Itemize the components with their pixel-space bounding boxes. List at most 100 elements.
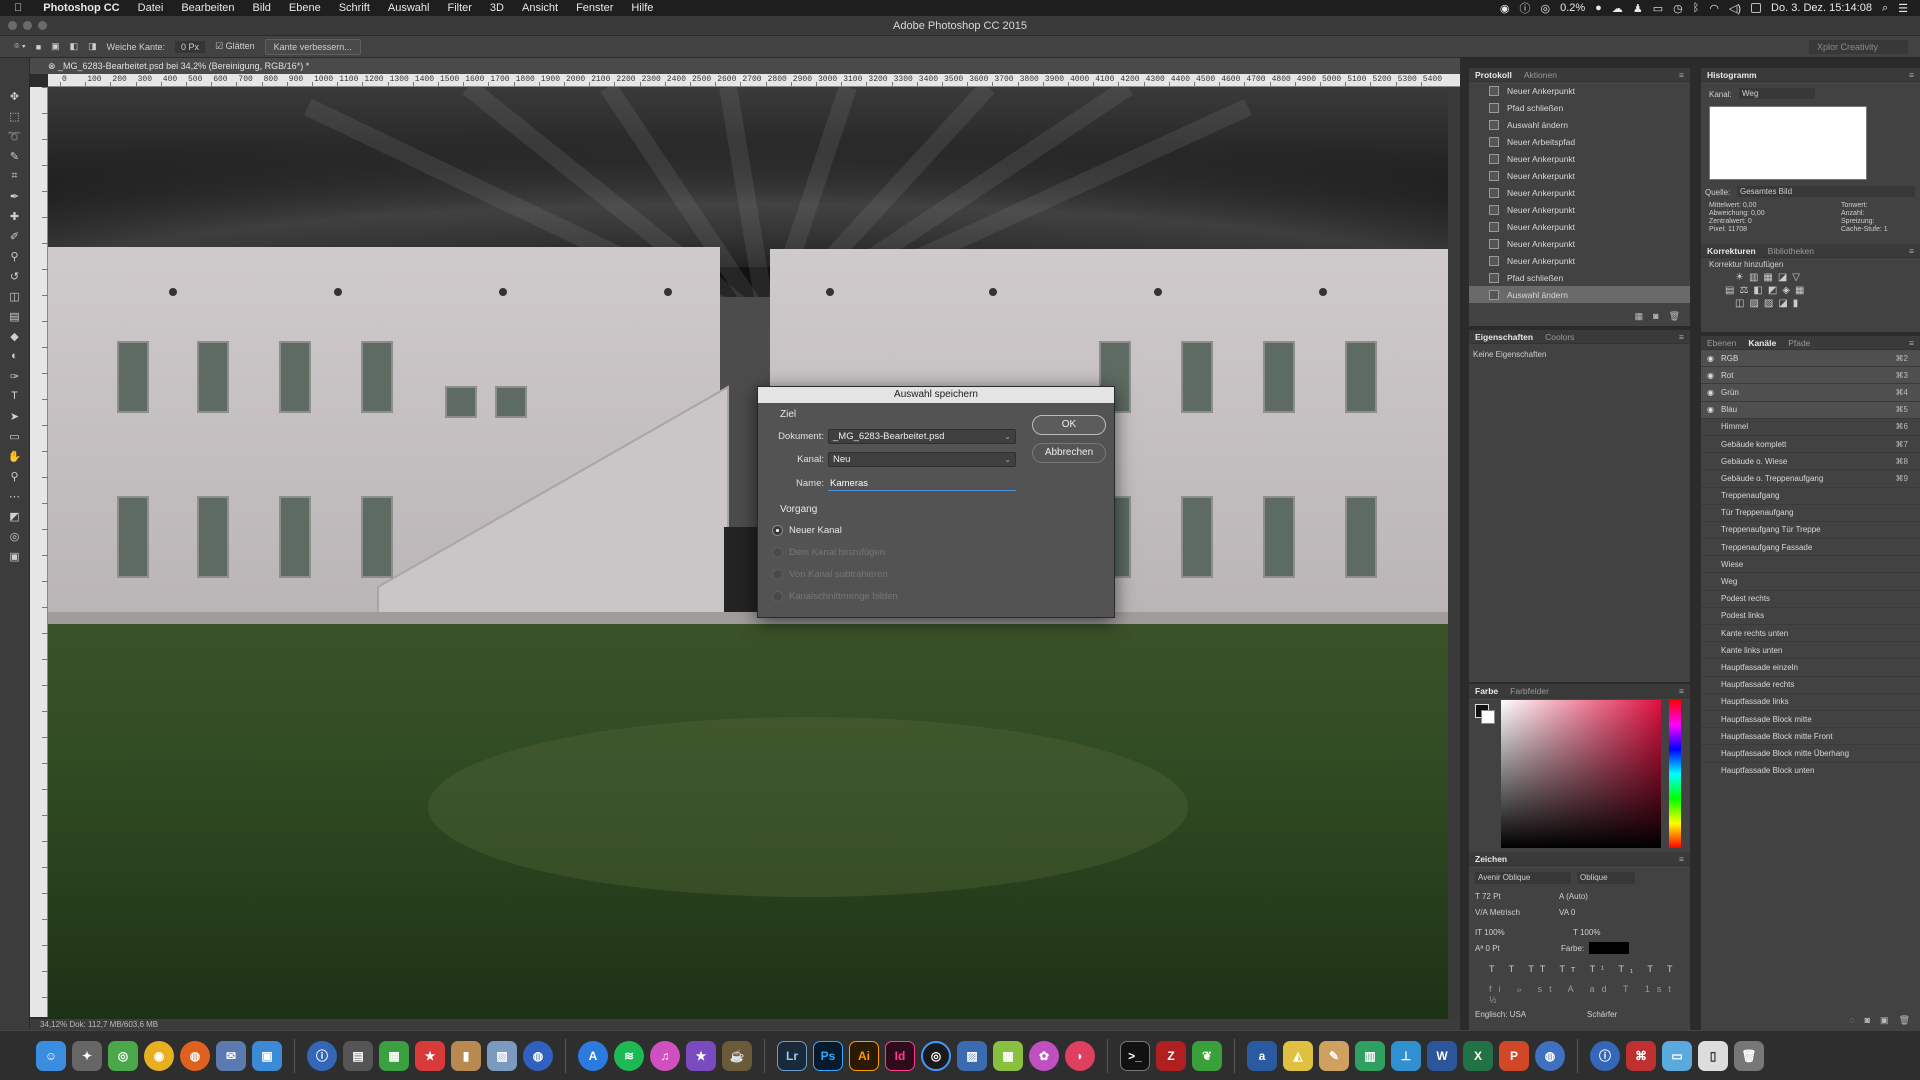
document-tab[interactable]: ⊗ _MG_6283-Bearbeitet.psd bei 34,2% (Ber…: [30, 58, 1460, 74]
brush-tool-icon[interactable]: ✐: [7, 228, 23, 244]
screen-mode-icon[interactable]: ▣: [7, 548, 23, 564]
tab-farbe[interactable]: Farbe: [1475, 686, 1498, 696]
menu-datei[interactable]: Datei: [129, 2, 173, 14]
tab-pfade[interactable]: Pfade: [1788, 338, 1810, 348]
channel-row[interactable]: Weg: [1701, 573, 1920, 591]
font-size-field[interactable]: T 72 Pt: [1475, 892, 1501, 901]
visibility-eye-icon[interactable]: ◉: [1707, 371, 1721, 380]
channel-row[interactable]: Podest rechts: [1701, 591, 1920, 608]
channel-row[interactable]: ◉ Rot ⌘3: [1701, 367, 1920, 385]
history-state[interactable]: Neuer Ankerpunkt: [1469, 235, 1690, 252]
histogram-channel-select[interactable]: Weg: [1739, 88, 1815, 99]
baseline-field[interactable]: Aª 0 Pt: [1475, 944, 1500, 953]
visibility-eye-icon[interactable]: ◉: [1707, 405, 1721, 414]
menu-3d[interactable]: 3D: [481, 2, 513, 14]
channel-row[interactable]: Himmel ⌘6: [1701, 419, 1920, 436]
chat-app-icon[interactable]: ◗: [1065, 1040, 1095, 1071]
zoom-tool-icon[interactable]: ⚲: [7, 468, 23, 484]
new-channel-icon[interactable]: ▣: [1880, 1015, 1889, 1026]
document-stack-icon[interactable]: ▯: [1698, 1040, 1728, 1071]
antialias-select[interactable]: Schärfer: [1587, 1010, 1617, 1019]
launchpad-icon[interactable]: ✦: [72, 1040, 102, 1071]
maps-app-icon[interactable]: ◭: [1283, 1040, 1313, 1071]
panel-menu-icon[interactable]: ≡: [1679, 332, 1684, 342]
cloud-icon[interactable]: ☁: [1612, 2, 1623, 15]
acrobat-icon[interactable]: ⌘: [1626, 1040, 1656, 1071]
new-selection-icon[interactable]: ■: [36, 42, 41, 52]
menu-app-name[interactable]: Photoshop CC: [34, 2, 128, 14]
notebook-app-icon[interactable]: ▮: [451, 1040, 481, 1071]
panel-menu-icon[interactable]: ≡: [1909, 246, 1914, 256]
keynote-app-icon[interactable]: ⊥: [1391, 1040, 1421, 1071]
tab-aktionen[interactable]: Aktionen: [1524, 70, 1557, 80]
menu-bild[interactable]: Bild: [244, 2, 280, 14]
channel-row[interactable]: ◉ RGB ⌘2: [1701, 350, 1920, 368]
notes-app-icon[interactable]: ▤: [343, 1040, 373, 1071]
channel-row[interactable]: Treppenaufgang: [1701, 488, 1920, 505]
more-tools-icon[interactable]: ⋯: [7, 488, 23, 504]
name-input[interactable]: Kameras: [828, 476, 1016, 491]
eyedropper-tool-icon[interactable]: ✒: [7, 188, 23, 204]
display-icon[interactable]: ▭: [1653, 2, 1663, 15]
channel-row[interactable]: Treppenaufgang Tür Treppe: [1701, 522, 1920, 540]
ok-button[interactable]: OK: [1032, 415, 1106, 435]
menu-bearbeiten[interactable]: Bearbeiten: [172, 2, 243, 14]
history-state[interactable]: Neuer Arbeitspfad: [1469, 133, 1690, 150]
new-document-from-state-icon[interactable]: ▦: [1635, 311, 1644, 322]
kerning-field[interactable]: V/A Metrisch: [1475, 908, 1520, 917]
menu-ebene[interactable]: Ebene: [280, 2, 330, 14]
visibility-eye-icon[interactable]: ◉: [1707, 388, 1721, 397]
chrome-icon[interactable]: ◉: [144, 1040, 174, 1071]
menu-ansicht[interactable]: Ansicht: [513, 2, 567, 14]
tab-ebenen[interactable]: Ebenen: [1707, 338, 1736, 348]
language-select[interactable]: Englisch: USA: [1475, 1010, 1526, 1019]
menu-filter[interactable]: Filter: [438, 2, 480, 14]
chat-icon[interactable]: ●: [1595, 2, 1602, 14]
history-state[interactable]: Neuer Ankerpunkt: [1469, 150, 1690, 167]
document-canvas[interactable]: [48, 87, 1448, 1019]
gradient-tool-icon[interactable]: ▤: [7, 308, 23, 324]
itunes-icon[interactable]: ♫: [650, 1040, 680, 1071]
workspace-selector[interactable]: Xplor Creativity: [1808, 39, 1908, 54]
quick-mask-icon[interactable]: ◎: [7, 528, 23, 544]
channel-row[interactable]: Hauptfassade Block mitte: [1701, 711, 1920, 729]
finder-icon[interactable]: ☺: [36, 1040, 66, 1071]
lasso-tool-icon[interactable]: ➰: [7, 128, 23, 144]
bluetooth-icon[interactable]: ᛒ: [1693, 2, 1700, 14]
blur-tool-icon[interactable]: ◆: [7, 328, 23, 344]
illustrator-icon[interactable]: Ai: [849, 1040, 879, 1071]
wifi-icon[interactable]: ◠: [1709, 2, 1719, 15]
shape-tool-icon[interactable]: ▭: [7, 428, 23, 444]
channel-row[interactable]: Gebäude o. Treppenaufgang ⌘9: [1701, 470, 1920, 488]
tab-bibliotheken[interactable]: Bibliotheken: [1768, 246, 1814, 256]
tea-app-icon[interactable]: ☕: [722, 1040, 752, 1071]
healing-tool-icon[interactable]: ✚: [7, 208, 23, 224]
password-app-icon[interactable]: ⓘ: [307, 1040, 337, 1071]
channel-row[interactable]: Hauptfassade rechts: [1701, 677, 1920, 694]
downloads-folder-icon[interactable]: ▭: [1662, 1040, 1692, 1071]
input-flag-icon[interactable]: [1751, 3, 1762, 13]
globe-app-icon[interactable]: ◍: [523, 1040, 553, 1071]
history-state[interactable]: Auswahl ändern: [1469, 116, 1690, 133]
tab-zeichen[interactable]: Zeichen: [1475, 854, 1507, 864]
snapshot-camera-icon[interactable]: ◙: [1653, 311, 1658, 322]
quick-select-tool-icon[interactable]: ✎: [7, 148, 23, 164]
history-state[interactable]: Auswahl ändern: [1469, 286, 1690, 303]
load-channel-selection-icon[interactable]: ◌: [1849, 1015, 1854, 1026]
crop-tool-icon[interactable]: ⌗: [7, 168, 23, 184]
font-family-select[interactable]: Avenir Oblique: [1475, 872, 1571, 884]
history-state[interactable]: Neuer Ankerpunkt: [1469, 167, 1690, 184]
background-color-swatch[interactable]: [1481, 710, 1495, 724]
text-color-swatch[interactable]: [1589, 942, 1629, 954]
marquee-tool-icon[interactable]: ⬚: [7, 108, 23, 124]
history-state[interactable]: Neuer Ankerpunkt: [1469, 201, 1690, 218]
font-style-select[interactable]: Oblique: [1577, 872, 1635, 884]
indesign-icon[interactable]: Id: [885, 1040, 915, 1071]
channel-row[interactable]: Kante links unten: [1701, 642, 1920, 660]
spotify-icon[interactable]: ≋: [614, 1040, 644, 1071]
camera-raw-icon[interactable]: ◎: [921, 1040, 951, 1071]
messages-app-icon[interactable]: ▦: [379, 1040, 409, 1071]
close-window-icon[interactable]: [8, 21, 17, 30]
radio-new-channel[interactable]: Neuer Kanal: [772, 525, 842, 536]
app-store-icon[interactable]: A: [578, 1040, 608, 1071]
